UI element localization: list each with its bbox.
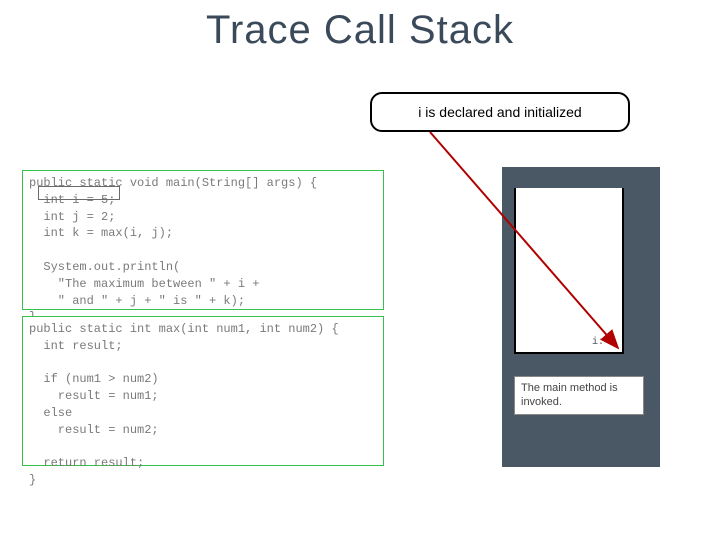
code-highlight-i-declaration: [38, 186, 120, 200]
stack-caption: The main method is invoked.: [514, 376, 644, 415]
annotation-bubble: i is declared and initialized: [370, 92, 630, 132]
stack-variable-i: i: 5: [592, 337, 616, 348]
call-stack-frame: i: 5: [514, 188, 624, 354]
code-max-method: public static int max(int num1, int num2…: [22, 316, 384, 466]
annotation-text: i is declared and initialized: [418, 104, 581, 120]
slide-title: Trace Call Stack: [0, 8, 720, 53]
